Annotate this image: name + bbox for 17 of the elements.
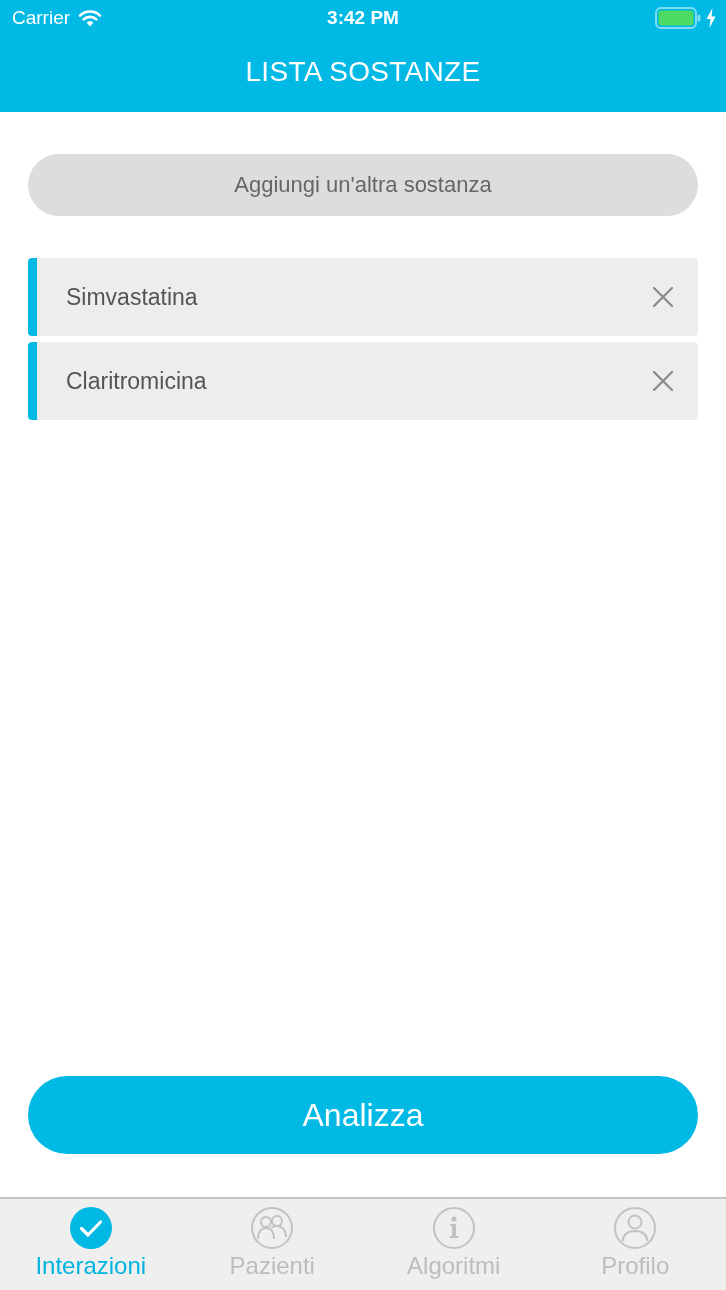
info-icon xyxy=(431,1206,476,1250)
substance-name: Simvastatina xyxy=(66,283,198,311)
people-icon xyxy=(250,1206,295,1250)
battery-icon xyxy=(655,7,701,29)
add-substance-button[interactable]: Aggiungi un'altra sostanza xyxy=(28,154,698,216)
checkmark-circle-icon xyxy=(68,1206,113,1250)
screen-title: LISTA SOSTANZE xyxy=(245,56,481,88)
tab-item[interactable]: Interazioni xyxy=(0,1199,182,1290)
analyze-button[interactable]: Analizza xyxy=(28,1076,698,1154)
close-icon[interactable] xyxy=(653,371,673,391)
substance-name: Claritromicina xyxy=(66,367,207,395)
person-icon xyxy=(613,1206,658,1250)
carrier-name: Carrier xyxy=(12,7,71,29)
charging-bolt-icon xyxy=(706,8,716,28)
wifi-icon xyxy=(78,9,103,27)
status-time: 3:42 PM xyxy=(327,7,399,29)
close-icon[interactable] xyxy=(653,287,673,307)
